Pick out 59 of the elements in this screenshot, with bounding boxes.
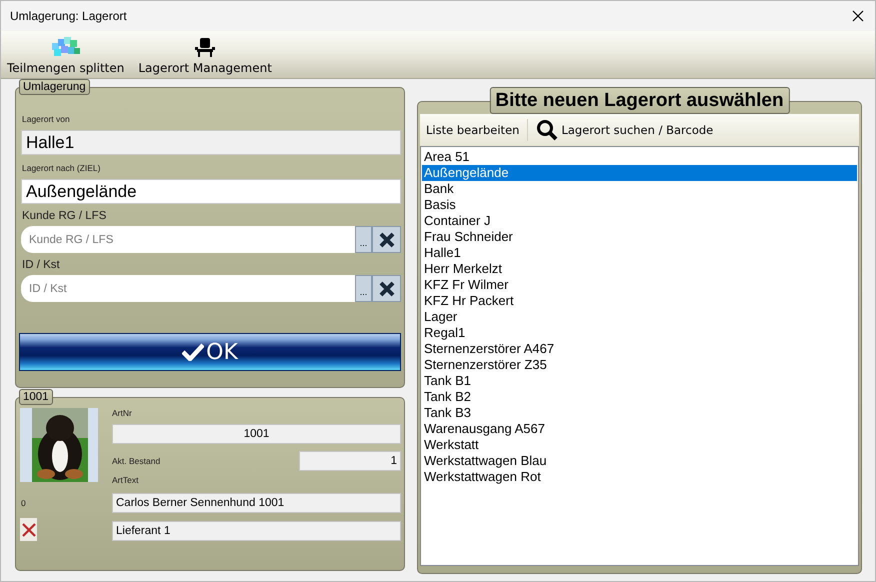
toolbar-button[interactable]: Lagerort Management <box>138 37 272 75</box>
source-location-field[interactable]: Halle1 <box>21 130 401 155</box>
list-item[interactable]: Herr Merkelzt <box>422 261 857 277</box>
list-item[interactable]: KFZ Fr Wilmer <box>422 277 857 293</box>
delete-icon <box>22 522 36 536</box>
list-item[interactable]: Frau Schneider <box>422 229 857 245</box>
count-label: 0 <box>21 498 27 508</box>
input-field[interactable]: ID / Kst <box>21 275 355 302</box>
group-legend: Umlagerung <box>19 79 90 95</box>
panel-title: Bitte neuen Lagerort auswählen <box>489 87 790 114</box>
article-text-field[interactable]: Carlos Berner Sennenhund 1001 <box>112 493 401 513</box>
close-icon <box>852 10 864 22</box>
list-item[interactable]: Warenausgang A567 <box>422 421 857 437</box>
list-item[interactable]: Außengelände <box>422 165 857 181</box>
clear-button[interactable] <box>372 226 401 253</box>
list-item[interactable]: KFZ Hr Packert <box>422 293 857 309</box>
list-item[interactable]: Bank <box>422 181 857 197</box>
edit-list-button[interactable]: Liste bearbeiten <box>426 123 520 137</box>
field-label: ArtText <box>112 475 140 485</box>
group-legend: 1001 <box>19 389 53 405</box>
clear-icon <box>378 280 394 296</box>
field-label: Lagerort von <box>22 114 71 124</box>
checkmark-icon <box>182 343 204 361</box>
supplier-field[interactable]: Lieferant 1 <box>112 521 401 541</box>
target-location-field[interactable]: Außengelände <box>21 179 401 204</box>
list-item[interactable]: Basis <box>422 197 857 213</box>
article-number-field[interactable]: 1001 <box>112 424 401 444</box>
list-item[interactable]: Area 51 <box>422 149 857 165</box>
toolbar-button[interactable]: Teilmengen splitten <box>7 35 124 75</box>
stock-field[interactable]: 1 <box>299 451 401 471</box>
list-item[interactable]: Werkstattwagen Rot <box>422 469 857 485</box>
list-item[interactable]: Lager <box>422 309 857 325</box>
search-icon <box>536 119 558 141</box>
list-item[interactable]: Tank B1 <box>422 373 857 389</box>
cubes-icon <box>50 35 82 57</box>
list-item[interactable]: Container J <box>422 213 857 229</box>
field-label: Lagerort nach (ZIEL) <box>22 163 102 173</box>
browse-button[interactable]: ... <box>355 275 372 302</box>
search-location-button[interactable]: Lagerort suchen / Barcode <box>536 119 714 141</box>
list-item[interactable]: Werkstatt <box>422 437 857 453</box>
field-label: Kunde RG / LFS <box>22 210 108 222</box>
chair-icon <box>194 37 216 57</box>
list-item[interactable]: Tank B2 <box>422 389 857 405</box>
list-item[interactable]: Tank B3 <box>422 405 857 421</box>
input-field[interactable]: Kunde RG / LFS <box>21 226 355 253</box>
list-item[interactable]: Werkstattwagen Blau <box>422 453 857 469</box>
list-item[interactable]: Sternenzerstörer Z35 <box>422 357 857 373</box>
clear-icon <box>378 232 394 248</box>
ok-button[interactable]: OK <box>19 333 401 371</box>
field-label: ID / Kst <box>22 259 61 271</box>
clear-button[interactable] <box>372 275 401 302</box>
list-item[interactable]: Sternenzerstörer A467 <box>422 341 857 357</box>
list-item[interactable]: Regal1 <box>422 325 857 341</box>
remove-button[interactable] <box>20 518 37 541</box>
field-label: ArtNr <box>112 408 133 418</box>
browse-button[interactable]: ... <box>355 226 372 253</box>
list-item[interactable]: Halle1 <box>422 245 857 261</box>
window-title: Umlagerung: Lagerort <box>10 9 127 23</box>
field-label: Akt. Bestand <box>112 456 160 466</box>
